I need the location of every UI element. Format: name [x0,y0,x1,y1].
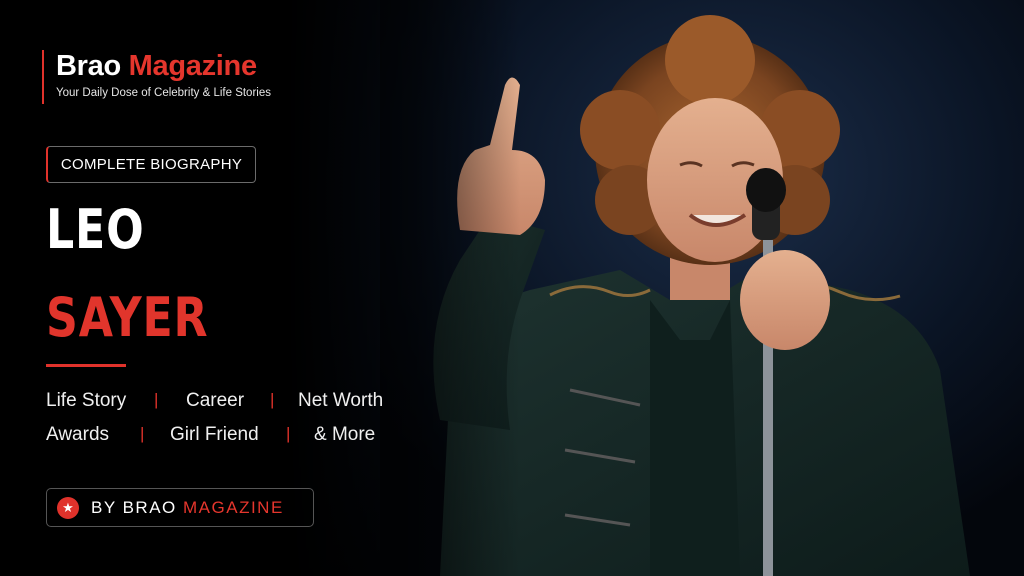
topic-separator: | [286,424,291,443]
last-name: SAYER [46,286,209,349]
first-name: LEO [46,198,145,261]
topic-net-worth: Net Worth [298,390,384,411]
topic-life-story: Life Story [46,390,127,411]
thumbnail-canvas: Brao Magazine Your Daily Dose of Celebri… [0,0,1024,576]
biography-badge: COMPLETE BIOGRAPHY [46,146,256,183]
brand-title: Brao Magazine [56,50,271,82]
title-underline [46,364,126,367]
brand-name-red: Magazine [128,50,257,82]
byline-suffix: MAGAZINE [183,497,284,517]
byline-prefix: BY BRAO [91,497,177,517]
brand-name-white: Brao [56,50,121,82]
topic-career: Career [186,390,245,411]
topic-separator: | [270,390,275,409]
topic-more: & More [314,424,376,445]
topic-list: Life Story | Career | Net Worth Awards |… [46,390,406,458]
topic-row: Life Story | Career | Net Worth [46,390,406,424]
byline-text: BY BRAO MAGAZINE [91,498,284,518]
brand-tagline: Your Daily Dose of Celebrity & Life Stor… [56,87,271,99]
topic-row: Awards | Girl Friend | & More [46,424,406,458]
byline-badge[interactable]: ★ BY BRAO MAGAZINE [46,488,314,527]
brand-logo[interactable]: Brao Magazine Your Daily Dose of Celebri… [42,50,271,104]
topic-girl-friend: Girl Friend [170,424,259,445]
topic-separator: | [154,390,159,409]
topic-awards: Awards [46,424,110,445]
star-icon: ★ [57,496,79,519]
topic-separator: | [140,424,145,443]
